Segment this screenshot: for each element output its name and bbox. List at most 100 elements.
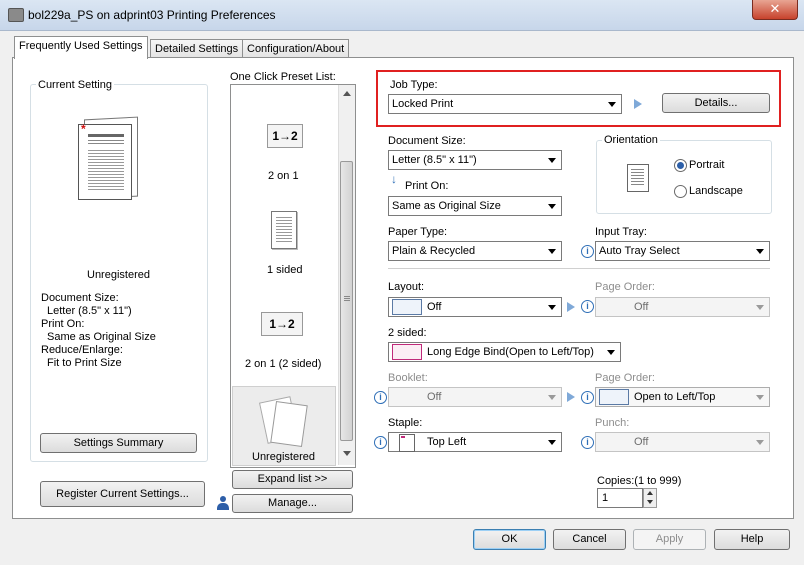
- preset-item-unregistered[interactable]: Unregistered: [232, 386, 336, 466]
- preset-caption: 2 on 1: [268, 170, 299, 182]
- page-order-select[interactable]: Off: [595, 297, 770, 317]
- setting-line: Letter (8.5" x 11"): [47, 305, 132, 317]
- setting-line: Fit to Print Size: [47, 357, 122, 369]
- chevron-down-icon: [548, 395, 556, 400]
- chevron-down-icon: [548, 249, 556, 254]
- document-size-select[interactable]: Letter (8.5" x 11"): [388, 150, 562, 170]
- page-order-label: Page Order:: [595, 281, 655, 293]
- preset-item-2on1[interactable]: 1→2 2 on 1: [231, 100, 337, 192]
- ok-button[interactable]: OK: [473, 529, 546, 550]
- preset-item-1sided[interactable]: 1 sided: [231, 200, 337, 280]
- close-button[interactable]: ✕: [752, 0, 798, 20]
- two-sided-select[interactable]: Long Edge Bind(Open to Left/Top): [388, 342, 621, 362]
- copies-spinner[interactable]: [643, 488, 657, 508]
- punch-value: Off: [634, 436, 649, 448]
- arrow-right-icon: [634, 99, 642, 109]
- setting-line: Print On:: [41, 318, 85, 330]
- print-on-label: Print On:: [405, 180, 449, 192]
- info-icon[interactable]: i: [374, 391, 387, 404]
- landscape-label: Landscape: [689, 185, 743, 197]
- copies-value: 1: [602, 492, 609, 504]
- settings-summary-button[interactable]: Settings Summary: [40, 433, 197, 453]
- arrow-right-icon: [567, 302, 575, 312]
- apply-button[interactable]: Apply: [633, 529, 706, 550]
- printer-icon: [8, 8, 24, 22]
- page-order-value: Off: [634, 301, 649, 313]
- setting-line: Reduce/Enlarge:: [41, 344, 123, 356]
- staple-icon: [399, 434, 415, 452]
- print-on-value: Same as Original Size: [392, 200, 501, 212]
- one-sided-icon: [271, 211, 297, 249]
- two-sided-label: 2 sided:: [388, 327, 427, 339]
- spin-down-icon[interactable]: [647, 500, 653, 504]
- cancel-button[interactable]: Cancel: [553, 529, 626, 550]
- punch-select[interactable]: Off: [595, 432, 770, 452]
- layout-select[interactable]: Off: [388, 297, 562, 317]
- document-size-value: Letter (8.5" x 11"): [392, 154, 477, 166]
- tab-frequently-used-settings[interactable]: Frequently Used Settings: [14, 36, 148, 59]
- chevron-down-icon: [548, 305, 556, 310]
- scroll-thumb[interactable]: [340, 161, 353, 441]
- copies-input[interactable]: 1: [597, 488, 643, 508]
- star-icon: *: [81, 122, 86, 136]
- expand-list-button[interactable]: Expand list >>: [232, 470, 353, 489]
- booklet-label: Booklet:: [388, 372, 428, 384]
- close-icon: ✕: [769, 1, 781, 16]
- job-type-label: Job Type:: [390, 79, 438, 91]
- chevron-down-icon: [548, 204, 556, 209]
- tab-configuration-about[interactable]: Configuration/About: [242, 39, 350, 58]
- setting-line: Document Size:: [41, 292, 119, 304]
- setting-line: Same as Original Size: [47, 331, 156, 343]
- info-icon[interactable]: i: [581, 245, 594, 258]
- user-icon: [217, 496, 229, 510]
- portrait-radio[interactable]: [674, 159, 687, 172]
- chevron-down-icon: [548, 440, 556, 445]
- copies-label: Copies:(1 to 999): [597, 475, 682, 487]
- booklet-value: Off: [427, 391, 442, 403]
- landscape-radio[interactable]: [674, 185, 687, 198]
- chevron-down-icon: [756, 395, 764, 400]
- duplex-icon: [392, 344, 422, 360]
- register-current-settings-button[interactable]: Register Current Settings...: [40, 481, 205, 507]
- portrait-label: Portrait: [689, 159, 725, 171]
- job-type-value: Locked Print: [392, 98, 454, 110]
- current-setting-heading: Current Setting: [36, 79, 114, 91]
- info-icon[interactable]: i: [374, 436, 387, 449]
- details-button[interactable]: Details...: [662, 93, 770, 113]
- two-on-one-icon: 1→2: [267, 124, 303, 148]
- preset-scrollbar[interactable]: [338, 85, 355, 465]
- layout-label: Layout:: [388, 281, 425, 293]
- page-order-2-value: Open to Left/Top: [634, 391, 716, 403]
- page-order-2-select[interactable]: Open to Left/Top: [595, 387, 770, 407]
- page-order-icon: [599, 389, 629, 405]
- chevron-down-icon: [756, 249, 764, 254]
- orientation-group: [596, 140, 772, 214]
- booklet-select[interactable]: Off: [388, 387, 562, 407]
- tab-detailed-settings[interactable]: Detailed Settings: [150, 39, 244, 58]
- preset-item-2on1-2sided[interactable]: 1→2 2 on 1 (2 sided): [231, 296, 337, 376]
- two-on-one-two-sided-icon: 1→2: [261, 312, 303, 336]
- preset-caption: 2 on 1 (2 sided): [245, 358, 322, 370]
- two-sided-value: Long Edge Bind(Open to Left/Top): [427, 346, 594, 358]
- chevron-down-icon: [756, 305, 764, 310]
- spin-up-icon[interactable]: [647, 491, 653, 495]
- staple-select[interactable]: Top Left: [388, 432, 562, 452]
- input-tray-value: Auto Tray Select: [599, 245, 680, 257]
- info-icon[interactable]: i: [581, 436, 594, 449]
- paper-type-select[interactable]: Plain & Recycled: [388, 241, 562, 261]
- info-icon[interactable]: i: [581, 391, 594, 404]
- scroll-down-icon[interactable]: [343, 451, 351, 456]
- input-tray-select[interactable]: Auto Tray Select: [595, 241, 770, 261]
- document-preview: *: [78, 116, 138, 200]
- paper-type-value: Plain & Recycled: [392, 245, 476, 257]
- job-type-select[interactable]: Locked Print: [388, 94, 622, 114]
- info-icon[interactable]: i: [581, 300, 594, 313]
- scroll-up-icon[interactable]: [343, 91, 351, 96]
- arrow-right-icon: [567, 392, 575, 402]
- title-bar: bol229a_PS on adprint03 Printing Prefere…: [0, 0, 804, 31]
- chevron-down-icon: [548, 158, 556, 163]
- chevron-down-icon: [608, 102, 616, 107]
- print-on-select[interactable]: Same as Original Size: [388, 196, 562, 216]
- help-button[interactable]: Help: [714, 529, 790, 550]
- manage-button[interactable]: Manage...: [232, 494, 353, 513]
